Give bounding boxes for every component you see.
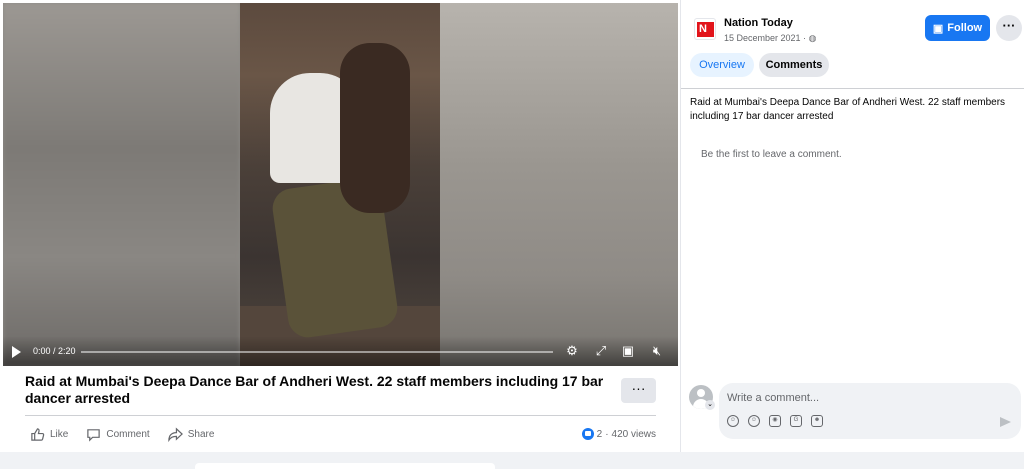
like-button[interactable]: Like xyxy=(30,427,68,442)
comment-composer: ☺ ☺ ◉ G ☻ xyxy=(719,383,1021,439)
tab-comments[interactable]: Comments xyxy=(759,53,829,77)
video-blur-right xyxy=(440,3,678,366)
picture-in-picture-icon[interactable]: ▣ xyxy=(620,343,636,359)
like-label: Like xyxy=(50,428,69,440)
sidebar-divider xyxy=(681,88,1024,89)
page: 0:00 / 2:20 ⚙ ⤢ ▣ 🔇︎ Raid at Mumbai's De… xyxy=(0,0,1024,469)
avatar-sticker-icon[interactable]: ☺ xyxy=(727,415,739,427)
view-count: 420 views xyxy=(611,428,656,440)
post-title: Raid at Mumbai's Deepa Dance Bar of Andh… xyxy=(25,373,604,406)
share-label: Share xyxy=(187,428,215,440)
settings-gear-icon[interactable]: ⚙ xyxy=(564,343,580,359)
post-more-button[interactable]: ··· xyxy=(621,378,656,403)
mute-icon[interactable]: 🔇︎ xyxy=(649,343,665,359)
thumbs-up-icon xyxy=(31,427,45,441)
globe-icon: ◍ xyxy=(808,33,817,43)
emoji-icon[interactable]: ☺ xyxy=(748,415,760,427)
post-date[interactable]: 15 December 2021 · ◍ xyxy=(724,33,816,44)
video-progress-bar[interactable] xyxy=(81,351,553,353)
page-background-strip xyxy=(0,452,1024,469)
page-more-button[interactable]: ··· xyxy=(996,15,1022,41)
follow-button[interactable]: ▣ Follow xyxy=(925,15,990,41)
chevron-down-icon[interactable]: ⌄ xyxy=(705,400,715,410)
reaction-count[interactable]: 2 xyxy=(597,429,603,440)
send-icon[interactable] xyxy=(1000,417,1011,427)
post-date-text: 15 December 2021 · xyxy=(724,33,807,43)
comment-label: Comment xyxy=(106,428,150,440)
post-description: Raid at Mumbai's Deepa Dance Bar of Andh… xyxy=(690,97,1006,122)
fullscreen-icon[interactable]: ⤢ xyxy=(593,343,609,359)
stats-separator: · xyxy=(605,428,609,440)
post-sidebar: N Nation Today 15 December 2021 · ◍ ▣ Fo… xyxy=(680,0,1024,452)
composer-icons: ☺ ☺ ◉ G ☻ xyxy=(727,415,823,427)
video-controls: 0:00 / 2:20 ⚙ ⤢ ▣ 🔇︎ xyxy=(3,336,678,366)
page-logo-letter: N xyxy=(697,22,714,37)
comment-button[interactable]: Comment xyxy=(86,427,150,442)
comment-icon xyxy=(87,428,101,442)
like-reaction-icon[interactable] xyxy=(581,428,594,440)
camera-icon[interactable]: ◉ xyxy=(769,415,781,427)
share-icon xyxy=(168,426,183,442)
post-main: 0:00 / 2:20 ⚙ ⤢ ▣ 🔇︎ Raid at Mumbai's De… xyxy=(0,0,680,452)
page-name[interactable]: Nation Today xyxy=(724,17,793,29)
next-card-edge xyxy=(195,463,495,469)
follow-label: Follow xyxy=(947,22,983,34)
empty-comments-message: Be the first to leave a comment. xyxy=(701,149,842,160)
page-logo[interactable]: N xyxy=(694,18,716,40)
gif-icon[interactable]: G xyxy=(790,415,802,427)
post-stats: 2 · 420 views xyxy=(581,428,656,440)
tab-overview[interactable]: Overview xyxy=(690,53,754,77)
share-button[interactable]: Share xyxy=(168,426,215,442)
video-frame xyxy=(240,3,440,366)
play-icon[interactable] xyxy=(12,346,21,358)
post-divider xyxy=(25,415,656,416)
follow-icon: ▣ xyxy=(932,22,944,35)
sticker-icon[interactable]: ☻ xyxy=(811,415,823,427)
video-blur-left xyxy=(3,3,240,366)
comment-input[interactable] xyxy=(727,390,957,406)
video-player[interactable]: 0:00 / 2:20 ⚙ ⤢ ▣ 🔇︎ xyxy=(3,3,678,366)
video-figure-hair xyxy=(340,43,410,213)
post-actions: Like Comment Share xyxy=(30,426,214,442)
video-time: 0:00 / 2:20 xyxy=(33,346,76,356)
